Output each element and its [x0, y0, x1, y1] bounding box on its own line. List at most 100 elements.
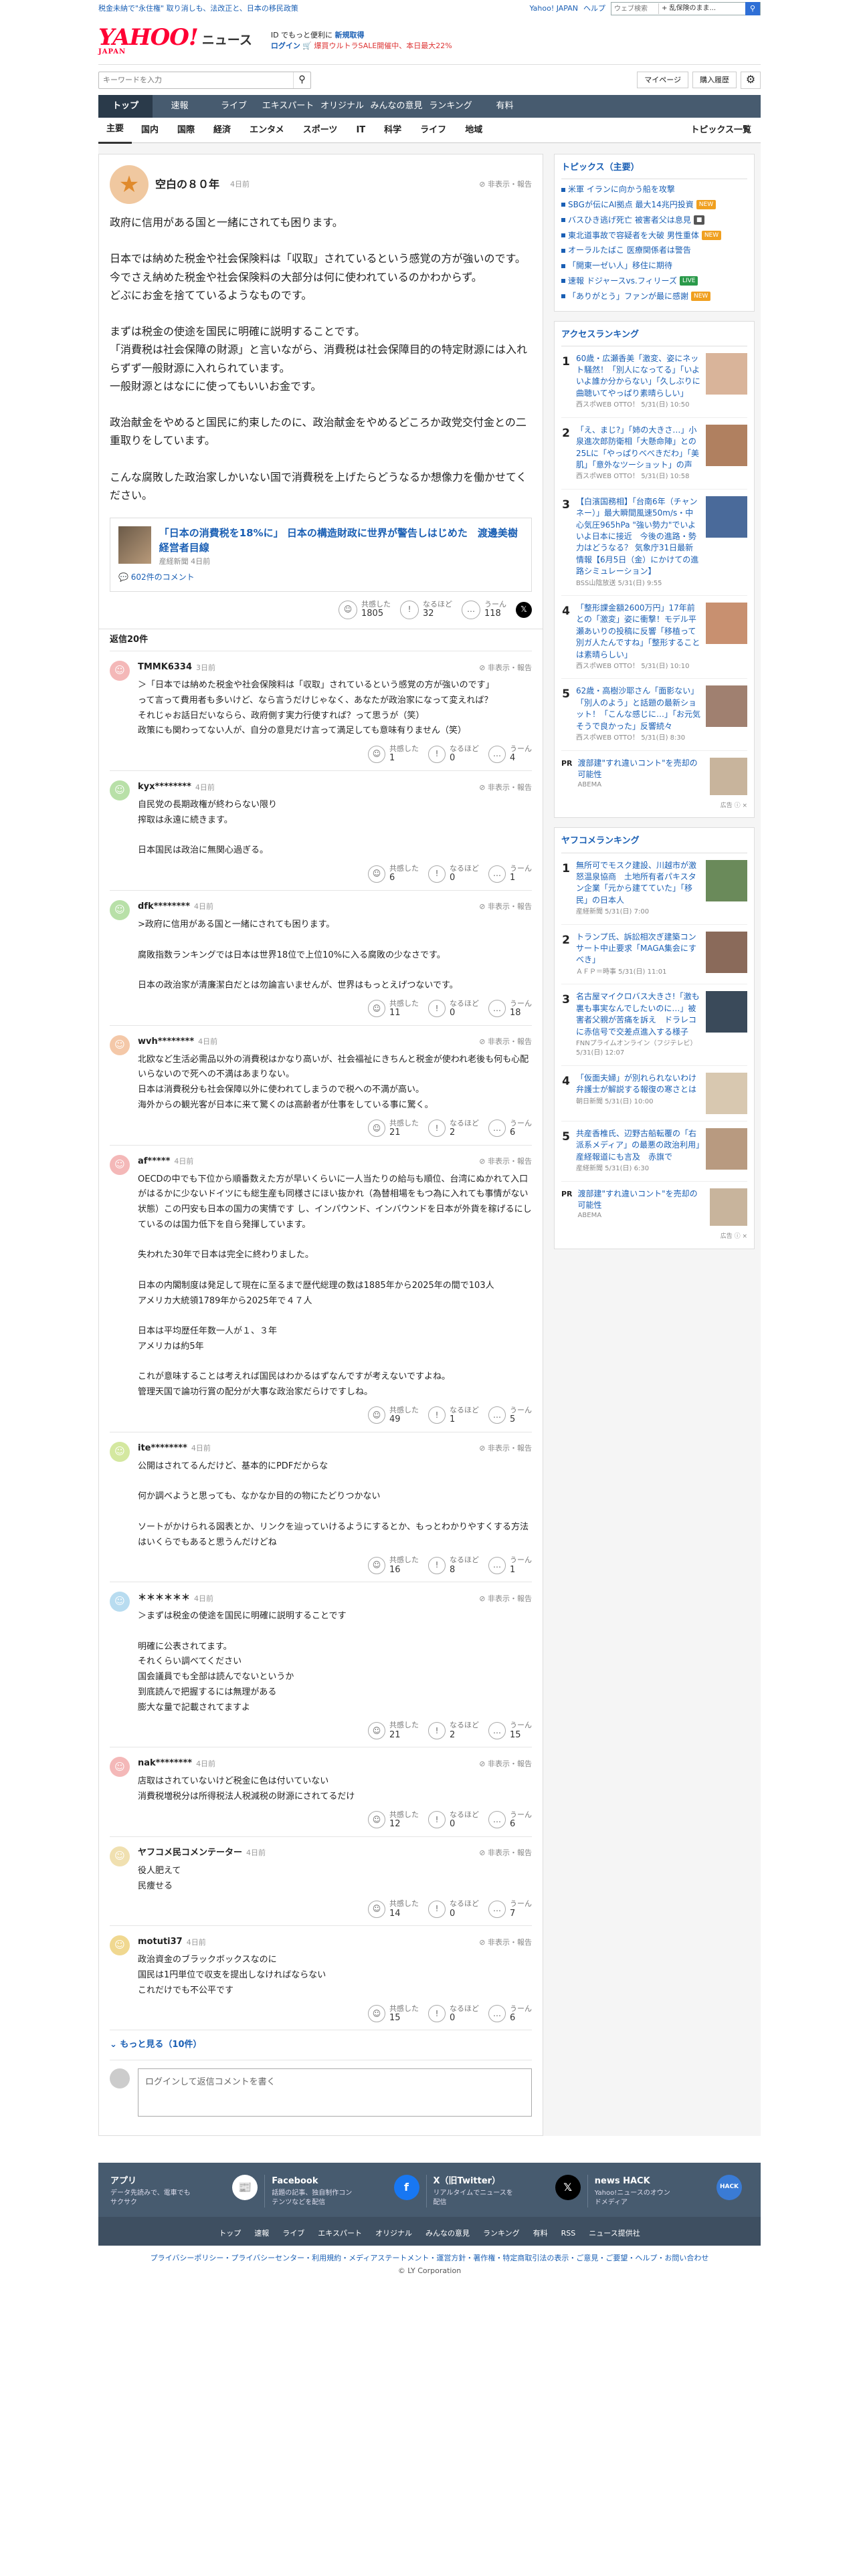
uun-button[interactable]: … うーん 6 — [488, 1119, 532, 1138]
naruhodo-button[interactable]: ! なるほど 0 — [428, 744, 479, 764]
web-search-suggest[interactable]: + 乱保険のまま... — [658, 3, 745, 14]
ranking-image[interactable] — [706, 685, 747, 728]
like-button[interactable]: ☺ 共感した 15 — [368, 2004, 419, 2024]
subnav-item[interactable]: エンタメ — [240, 118, 294, 143]
footer-service-icon[interactable]: HACK — [717, 2175, 742, 2201]
topic-item[interactable]: SBGが伝にAI拠点 最大14兆円投資 NEW — [561, 197, 747, 213]
footer-column[interactable]: アプリ データ先読みで、電車でもサクサク 📰 — [110, 2175, 266, 2208]
report-link[interactable]: ⊘ 非表示・報告 — [479, 1036, 532, 1047]
naruhodo-button[interactable]: ! なるほど 2 — [428, 1119, 479, 1138]
more-replies-button[interactable]: ⌄ もっと見る（10件） — [110, 2030, 532, 2060]
search-icon[interactable]: ⚲ — [745, 2, 760, 15]
topic-item[interactable]: 速報 ドジャースvs.フィリーズ LIVE — [561, 274, 747, 289]
footer-link[interactable]: エキスパート — [318, 2228, 362, 2239]
ranking-image[interactable] — [706, 424, 747, 466]
ranking-title[interactable]: 60歳・広瀬香美「激変、姿にネット騒然！「別人になってる」「いよいよ誰か分からな… — [576, 354, 700, 398]
like-button[interactable]: ☺ 共感した 16 — [368, 1555, 419, 1575]
search-icon[interactable]: ⚲ — [293, 72, 310, 88]
reply-user[interactable]: ite******** — [138, 1442, 187, 1455]
pr-title[interactable]: 渡部建"すれ違いコント"を売却の可能性 — [578, 1189, 698, 1210]
avatar[interactable]: ☺ — [110, 780, 130, 800]
ranking-image[interactable] — [706, 1128, 747, 1170]
yahoo-logo[interactable]: YAHOO! JAPAN — [98, 26, 199, 56]
subnav-item[interactable]: 国際 — [168, 118, 204, 143]
naruhodo-button[interactable]: ! なるほど 32 — [400, 600, 452, 619]
article-card[interactable]: 「日本の消費税を18%に」 日本の構造財政に世界が警告しはじめた 渡邊美樹 経営… — [110, 518, 532, 593]
naruhodo-button[interactable]: ! なるほど 0 — [428, 1810, 479, 1830]
topic-item[interactable]: バスひき逃げ死亡 被害者父は息見 ■ — [561, 213, 747, 228]
uun-button[interactable]: … うーん 1 — [488, 1555, 532, 1575]
nav-tab[interactable]: トップ — [98, 95, 153, 118]
ad-note[interactable]: 広告 ⓘ × — [561, 1232, 747, 1242]
footer-column[interactable]: news HACK Yahoo!ニュースのオウンドメディア HACK — [595, 2175, 749, 2207]
mypage-button[interactable]: マイページ — [637, 71, 688, 89]
avatar[interactable]: ☺ — [110, 1035, 130, 1055]
sale-text[interactable]: 🛒 爆買ウルトラSALE開催中、本日最大22% — [302, 41, 452, 50]
subnav-item[interactable]: 科学 — [375, 118, 411, 143]
uun-button[interactable]: … うーん 18 — [488, 999, 532, 1018]
footer-link[interactable]: ニュース提供社 — [589, 2228, 640, 2239]
like-button[interactable]: ☺ 共感した 21 — [368, 1119, 419, 1138]
reply-user[interactable]: motuti37 — [138, 1935, 183, 1949]
naruhodo-button[interactable]: ! なるほど 0 — [428, 2004, 479, 2024]
ranking-title[interactable]: 無所可でモスク建設、川越市が激怒温泉協商 土地所有者パキスタン企業「元から建てて… — [576, 861, 696, 905]
like-button[interactable]: ☺ 共感した 21 — [368, 1721, 419, 1740]
ranking-title[interactable]: トランプ氏、訴訟相次ぎ建築コンサート中止要求「MAGA集会にすべき」 — [576, 932, 696, 965]
report-link[interactable]: ⊘ 非表示・報告 — [479, 1758, 532, 1769]
naruhodo-button[interactable]: ! なるほど 0 — [428, 1899, 479, 1919]
register-link[interactable]: 新規取得 — [335, 31, 365, 39]
ranking-image[interactable] — [706, 991, 747, 1033]
naruhodo-button[interactable]: ! なるほど 0 — [428, 864, 479, 883]
ranking-image[interactable] — [706, 496, 747, 538]
uun-button[interactable]: … うーん 15 — [488, 1721, 532, 1740]
ranking-item[interactable]: 3 【白濱国務相】「台南6年（チャンネー）」最大瞬間風速50m/s・中心気圧965… — [561, 490, 747, 597]
footer-link[interactable]: 有料 — [533, 2228, 548, 2239]
ranking-item[interactable]: 2 「え、まじ?」「姉の大きさ…」小泉進次郎防衛相「大懸命陣」との25Lに「やっぱ… — [561, 418, 747, 490]
pr-item[interactable]: PR 渡部建"すれ違いコント"を売却の可能性 ABEMA — [561, 751, 747, 802]
footer-link[interactable]: 速報 — [254, 2228, 269, 2239]
like-button[interactable]: ☺ 共感した 1 — [368, 744, 419, 764]
reply-user[interactable]: kyx******** — [138, 780, 191, 794]
top-news-link[interactable]: 税金未納で"永住権" 取り消しも、法改正と、日本の移民政策 — [98, 3, 298, 14]
ranking-image[interactable] — [706, 1072, 747, 1114]
naruhodo-button[interactable]: ! なるほど 1 — [428, 1406, 479, 1425]
history-button[interactable]: 購入履歴 — [692, 71, 737, 89]
footer-service-icon[interactable]: 📰 — [232, 2175, 258, 2201]
article-title[interactable]: 「日本の消費税を18%に」 日本の構造財政に世界が警告しはじめた 渡邊美樹 経営… — [159, 526, 528, 556]
avatar[interactable]: ☺ — [110, 899, 130, 920]
ranking-item[interactable]: 4 「整形課金額2600万円」17年前との「激変」姿に衝撃！モデル平瀬あいりの投稿… — [561, 596, 747, 679]
footer-link[interactable]: ライブ — [282, 2228, 304, 2239]
topic-item[interactable]: 米軍 イランに向かう船を攻撃 — [561, 182, 747, 197]
like-button[interactable]: ☺ 共感した 1805 — [339, 600, 391, 619]
help-link[interactable]: ヘルプ — [583, 3, 605, 14]
reply-user[interactable]: af***** — [138, 1155, 170, 1168]
topic-item[interactable]: 東北道事故で容疑者を大破 男性重体 NEW — [561, 228, 747, 243]
ad-note[interactable]: 広告 ⓘ × — [561, 802, 747, 811]
article-thumbnail[interactable] — [118, 526, 151, 564]
pr-title[interactable]: 渡部建"すれ違いコント"を売却の可能性 — [578, 758, 698, 779]
report-link[interactable]: ⊘ 非表示・報告 — [479, 782, 532, 793]
like-button[interactable]: ☺ 共感した 11 — [368, 999, 419, 1018]
pr-item[interactable]: PR 渡部建"すれ違いコント"を売却の可能性 ABEMA — [561, 1182, 747, 1232]
report-link[interactable]: ⊘ 非表示・報告 — [479, 1593, 532, 1604]
footer-column[interactable]: Facebook 話題の記事、独自制作コンテンツなどを配信 f — [272, 2175, 427, 2208]
comment-user[interactable]: 空白の８０年 — [155, 177, 219, 193]
reply-textarea[interactable]: ログインして返信コメントを書く — [138, 2068, 532, 2117]
ranking-item[interactable]: 1 60歳・広瀬香美「激変、姿にネット騒然！「別人になってる」「いよいよ誰か分から… — [561, 346, 747, 418]
avatar[interactable]: ☺ — [110, 1935, 130, 1956]
report-link[interactable]: ⊘ 非表示・報告 — [479, 1937, 532, 1948]
like-button[interactable]: ☺ 共感した 14 — [368, 1899, 419, 1919]
ranking-item[interactable]: 5 共産香椎氏、辺野古船転覆の「右派系メディア」の最悪の政治利用」産経報道にも言及… — [561, 1121, 747, 1182]
ranking-item[interactable]: 3 名古屋マイクロバス大きさ!「激も裏も事実なんでしたいのに…」被害者父親が苦痛を… — [561, 984, 747, 1066]
footer-link[interactable]: RSS — [561, 2228, 576, 2239]
web-search-input[interactable] — [611, 3, 658, 15]
reply-user[interactable]: ＊＊＊＊＊＊ — [138, 1592, 190, 1605]
topic-item[interactable]: 「ありがとう」ファンが最に感謝 NEW — [561, 289, 747, 304]
avatar[interactable]: ☺ — [110, 661, 130, 681]
footer-link[interactable]: トップ — [219, 2228, 241, 2239]
avatar[interactable]: ☺ — [110, 1154, 130, 1175]
pr-image[interactable] — [710, 1188, 747, 1226]
subnav-item[interactable]: 国内 — [132, 118, 168, 143]
subnav-item[interactable]: ライフ — [411, 118, 456, 143]
ranking-item[interactable]: 1 無所可でモスク建設、川越市が激怒温泉協商 土地所有者パキスタン企業「元から建て… — [561, 853, 747, 925]
